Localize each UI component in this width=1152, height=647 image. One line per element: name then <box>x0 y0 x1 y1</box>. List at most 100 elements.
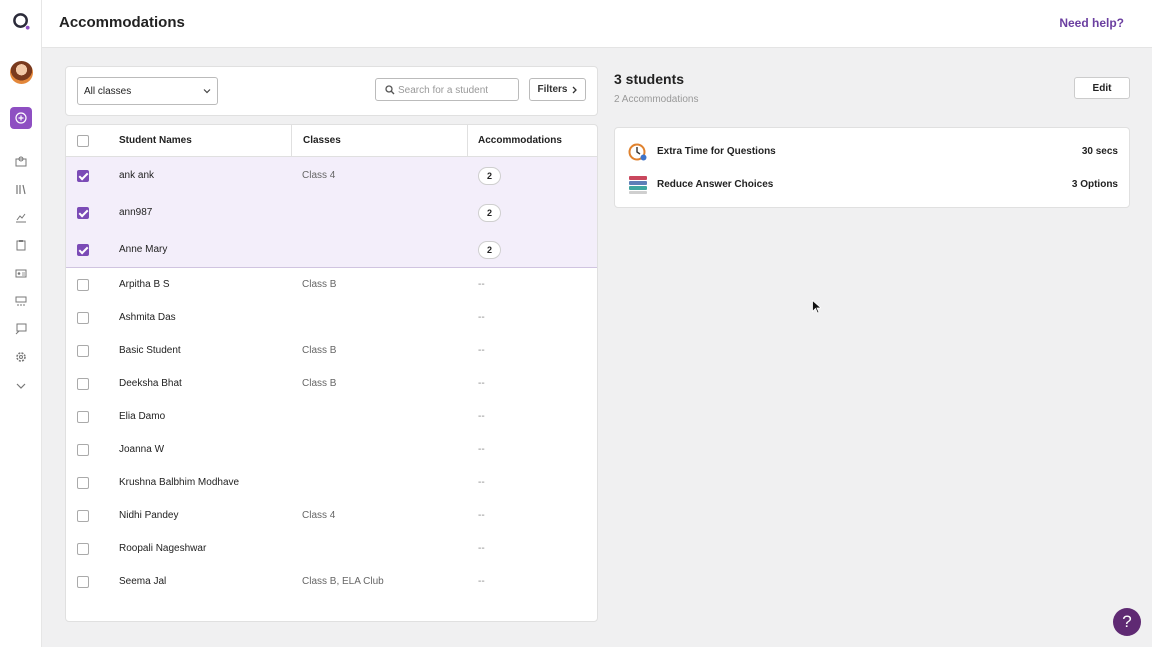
avatar[interactable] <box>10 61 33 84</box>
table-row[interactable]: ank ank Class 4 2 <box>66 157 597 194</box>
student-class: Class B <box>302 345 337 356</box>
accommodation-count: -- <box>478 345 485 356</box>
classroom-icon[interactable] <box>15 295 27 307</box>
accommodation-label: Reduce Answer Choices <box>657 179 774 190</box>
chat-icon[interactable] <box>15 323 27 335</box>
row-checkbox[interactable] <box>77 378 89 390</box>
accommodation-item-reduce-choices: Reduce Answer Choices 3 Options <box>615 175 1129 195</box>
student-name: Roopali Nageshwar <box>119 543 207 554</box>
accommodation-item-extra-time: Extra Time for Questions 30 secs <box>615 142 1129 162</box>
student-name: Basic Student <box>119 345 181 356</box>
student-name: Seema Jal <box>119 576 167 587</box>
student-class: Class 4 <box>302 510 336 521</box>
need-help-link[interactable]: Need help? <box>1059 16 1124 30</box>
filters-button[interactable]: Filters <box>529 78 586 101</box>
chevron-down-icon <box>203 89 211 94</box>
table-row[interactable]: Deeksha Bhat Class B -- <box>66 367 597 400</box>
student-name: Ashmita Das <box>119 312 176 323</box>
row-checkbox[interactable] <box>77 543 89 555</box>
column-divider <box>467 125 468 157</box>
student-class: Class B, ELA Club <box>302 576 384 587</box>
row-checkbox[interactable] <box>77 312 89 324</box>
row-checkbox[interactable] <box>77 510 89 522</box>
accommodation-label: Extra Time for Questions <box>657 146 776 157</box>
table-header: Student Names Classes Accommodations <box>66 125 597 157</box>
chevron-down-icon[interactable] <box>15 380 27 392</box>
table-row[interactable]: Seema Jal Class B, ELA Club -- <box>66 565 597 598</box>
table-row[interactable]: Roopali Nageshwar -- <box>66 532 597 565</box>
accommodation-count: -- <box>478 444 485 455</box>
help-fab-button[interactable]: ? <box>1113 608 1141 636</box>
accommodation-count-badge: 2 <box>478 204 501 222</box>
accommodations-card: Extra Time for Questions 30 secs Reduce … <box>614 127 1130 208</box>
class-select-value: All classes <box>84 86 132 97</box>
column-header-accommodations[interactable]: Accommodations <box>478 135 562 146</box>
accommodation-count-badge: 2 <box>478 241 501 259</box>
edit-button[interactable]: Edit <box>1074 77 1130 99</box>
sidebar <box>0 0 42 647</box>
student-name: Arpitha B S <box>119 279 170 290</box>
student-name: Elia Damo <box>119 411 166 422</box>
accommodation-value: 3 Options <box>1071 179 1118 190</box>
student-name: Anne Mary <box>119 244 168 255</box>
table-row[interactable]: Arpitha B S Class B -- <box>66 268 597 301</box>
select-all-checkbox[interactable] <box>77 135 89 147</box>
table-row[interactable]: Krushna Balbhim Modhave -- <box>66 466 597 499</box>
student-name: Deeksha Bhat <box>119 378 182 389</box>
clipboard-icon[interactable] <box>15 239 27 251</box>
row-checkbox[interactable] <box>77 411 89 423</box>
accommodation-count: -- <box>478 543 485 554</box>
accommodation-count: -- <box>478 477 485 488</box>
row-checkbox[interactable] <box>77 279 89 291</box>
filter-bar: All classes Filters <box>65 66 598 116</box>
table-row[interactable]: ann987 2 <box>66 194 597 231</box>
table-row[interactable]: Basic Student Class B -- <box>66 334 597 367</box>
class-select[interactable]: All classes <box>77 77 218 105</box>
accommodation-value: 30 secs <box>1081 146 1118 157</box>
search-input[interactable] <box>398 82 514 98</box>
id-card-icon[interactable] <box>15 267 27 279</box>
filters-button-label: Filters <box>537 84 568 95</box>
accommodation-count: -- <box>478 510 485 521</box>
table-row[interactable]: Nidhi Pandey Class 4 -- <box>66 499 597 532</box>
accommodation-count: -- <box>478 312 485 323</box>
student-name: Joanna W <box>119 444 165 455</box>
table-row[interactable]: Elia Damo -- <box>66 400 597 433</box>
selected-count-title: 3 students <box>614 71 685 87</box>
column-header-classes[interactable]: Classes <box>303 135 341 146</box>
library-icon[interactable] <box>15 183 27 195</box>
table-row[interactable]: Ashmita Das -- <box>66 301 597 334</box>
student-name: ank ank <box>119 170 155 181</box>
reports-icon[interactable] <box>15 211 27 223</box>
student-name: Krushna Balbhim Modhave <box>119 477 240 488</box>
accommodation-count: -- <box>478 378 485 389</box>
row-checkbox[interactable] <box>77 345 89 357</box>
settings-icon[interactable] <box>15 351 27 363</box>
row-checkbox[interactable] <box>77 444 89 456</box>
search-box[interactable] <box>375 78 519 101</box>
accommodation-count: 2 Accommodations <box>614 94 699 105</box>
column-divider <box>291 125 292 157</box>
row-checkbox[interactable] <box>77 244 89 256</box>
row-checkbox[interactable] <box>77 477 89 489</box>
mouse-cursor-icon <box>812 300 821 314</box>
row-checkbox[interactable] <box>77 170 89 182</box>
timer-icon <box>628 143 647 161</box>
column-header-student-names[interactable]: Student Names <box>119 135 192 146</box>
student-table: Student Names Classes Accommodations ank… <box>65 124 598 622</box>
student-class: Class 4 <box>302 170 336 181</box>
table-row[interactable]: Joanna W -- <box>66 433 597 466</box>
table-row[interactable]: Anne Mary 2 <box>66 231 597 268</box>
users-icon[interactable] <box>15 155 27 167</box>
accommodation-count-badge: 2 <box>478 167 501 185</box>
row-checkbox[interactable] <box>77 576 89 588</box>
accommodation-count: -- <box>478 279 485 290</box>
student-name: Nidhi Pandey <box>119 510 179 521</box>
accommodation-count: -- <box>478 411 485 422</box>
plus-button[interactable] <box>10 107 32 129</box>
accommodation-count: -- <box>478 576 485 587</box>
student-class: Class B <box>302 279 337 290</box>
row-checkbox[interactable] <box>77 207 89 219</box>
stack-icon <box>629 176 647 194</box>
logo-icon[interactable] <box>12 12 31 31</box>
